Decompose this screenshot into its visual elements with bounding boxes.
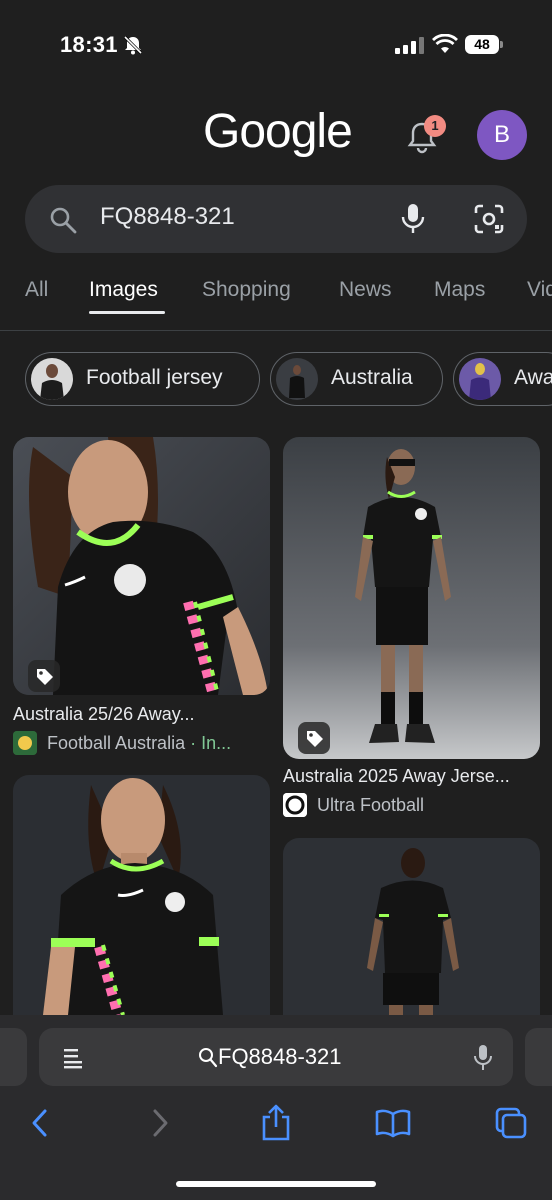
battery-level: 48: [465, 35, 499, 54]
chip-thumbnail: [459, 358, 501, 400]
tab-maps[interactable]: Maps: [434, 278, 485, 302]
chip-label: Australia: [331, 366, 413, 389]
result-image-4[interactable]: [283, 838, 540, 1038]
result-source-1[interactable]: Football Australia · In...: [47, 733, 231, 754]
result-image-3[interactable]: [13, 775, 270, 1035]
chip-australia[interactable]: Australia: [270, 352, 443, 406]
forward-icon[interactable]: [148, 1107, 172, 1144]
mic-icon[interactable]: [400, 202, 426, 241]
search-input[interactable]: FQ8848-321: [100, 203, 235, 231]
address-mic-icon[interactable]: [473, 1043, 493, 1078]
tab-news[interactable]: News: [339, 278, 392, 302]
chip-football-jersey[interactable]: Football jersey: [25, 352, 260, 406]
reader-icon[interactable]: [60, 1045, 86, 1076]
chip-thumbnail: [31, 358, 73, 400]
football-australia-favicon: [13, 731, 37, 755]
chip-away[interactable]: Awa: [453, 352, 552, 406]
back-icon[interactable]: [28, 1107, 52, 1144]
bookmarks-icon[interactable]: [375, 1108, 411, 1143]
tab-all[interactable]: All: [25, 278, 48, 302]
bell-off-icon: [122, 34, 144, 61]
address-search-icon: [198, 1047, 218, 1074]
battery-tip: [500, 41, 503, 48]
tab-videos[interactable]: Vid: [527, 278, 552, 302]
result-source-2[interactable]: Ultra Football: [317, 795, 424, 816]
account-avatar[interactable]: B: [477, 110, 527, 160]
search-icon: [48, 205, 78, 240]
home-indicator: [176, 1181, 376, 1187]
ultra-football-favicon: [283, 793, 307, 817]
google-logo[interactable]: Google: [203, 104, 353, 159]
result-title-1[interactable]: Australia 25/26 Away...: [13, 704, 194, 725]
tabs-icon[interactable]: [494, 1106, 528, 1145]
share-icon[interactable]: [260, 1102, 292, 1147]
signal-icon: [395, 36, 425, 54]
tab-images[interactable]: Images: [89, 278, 158, 302]
address-text[interactable]: FQ8848-321: [218, 1044, 342, 1070]
lens-icon[interactable]: [472, 203, 506, 240]
result-image-1[interactable]: [13, 437, 270, 695]
next-tab-preview[interactable]: [525, 1028, 552, 1086]
active-tab-indicator: [89, 311, 165, 314]
product-tag-icon: [28, 660, 60, 692]
result-image-2[interactable]: [283, 437, 540, 759]
notification-badge: 1: [424, 115, 446, 137]
wifi-icon: [432, 33, 458, 59]
status-time: 18:31: [60, 32, 118, 57]
previous-tab-preview[interactable]: [0, 1028, 27, 1086]
chip-label: Football jersey: [86, 366, 223, 389]
tab-shopping[interactable]: Shopping: [202, 278, 291, 302]
chip-label: Awa: [514, 366, 552, 389]
divider: [0, 330, 552, 331]
product-tag-icon: [298, 722, 330, 754]
result-title-2[interactable]: Australia 2025 Away Jerse...: [283, 766, 510, 787]
chip-thumbnail: [276, 358, 318, 400]
